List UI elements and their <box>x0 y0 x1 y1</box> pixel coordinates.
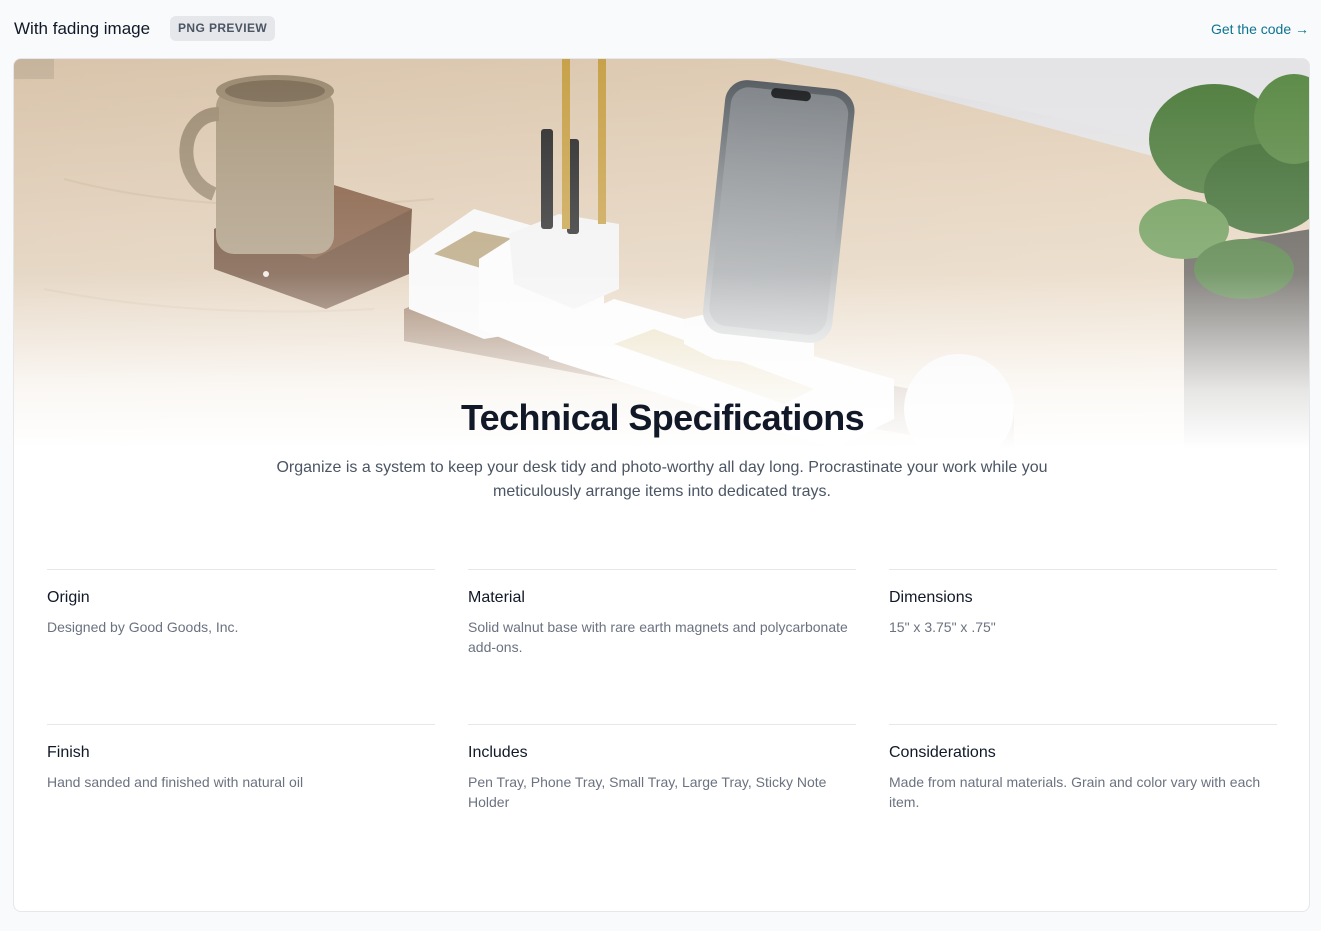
preview-frame: Technical Specifications Organize is a s… <box>13 58 1310 912</box>
spec-description: Designed by Good Goods, Inc. <box>47 619 239 635</box>
section-heading: Technical Specifications <box>460 397 865 438</box>
spec-item-finish: Finish Hand sanded and finished with nat… <box>47 724 435 879</box>
spec-item-includes: Includes Pen Tray, Phone Tray, Small Tra… <box>468 724 856 879</box>
spec-term: Considerations <box>889 744 996 761</box>
hero-image <box>14 59 1309 449</box>
spec-term: Origin <box>47 589 90 606</box>
spec-term: Finish <box>47 744 90 761</box>
png-preview-badge: PNG PREVIEW <box>170 16 276 41</box>
spec-item-dimensions: Dimensions 15" x 3.75" x .75" <box>889 569 1277 724</box>
section-description: Organize is a system to keep your desk t… <box>276 459 1048 500</box>
preview-header: With fading image PNG PREVIEW Get the co… <box>0 0 1321 58</box>
page-title: With fading image <box>14 19 151 38</box>
spec-description: Pen Tray, Phone Tray, Small Tray, Large … <box>468 774 827 810</box>
get-the-code-link[interactable]: Get the code → <box>1211 21 1309 37</box>
spec-term: Includes <box>468 744 528 761</box>
spec-description: 15" x 3.75" x .75" <box>889 619 996 635</box>
specs-list: Origin Designed by Good Goods, Inc. Mate… <box>47 569 1278 879</box>
spec-description: Made from natural materials. Grain and c… <box>889 774 1261 810</box>
spec-description: Hand sanded and finished with natural oi… <box>47 774 304 790</box>
spec-item-considerations: Considerations Made from natural materia… <box>889 724 1277 879</box>
spec-item-material: Material Solid walnut base with rare ear… <box>468 569 856 724</box>
spec-term: Material <box>468 589 525 606</box>
image-fade-overlay <box>14 59 1309 449</box>
spec-description: Solid walnut base with rare earth magnet… <box>468 619 848 655</box>
spec-term: Dimensions <box>889 589 973 606</box>
spec-item-origin: Origin Designed by Good Goods, Inc. <box>47 569 435 724</box>
